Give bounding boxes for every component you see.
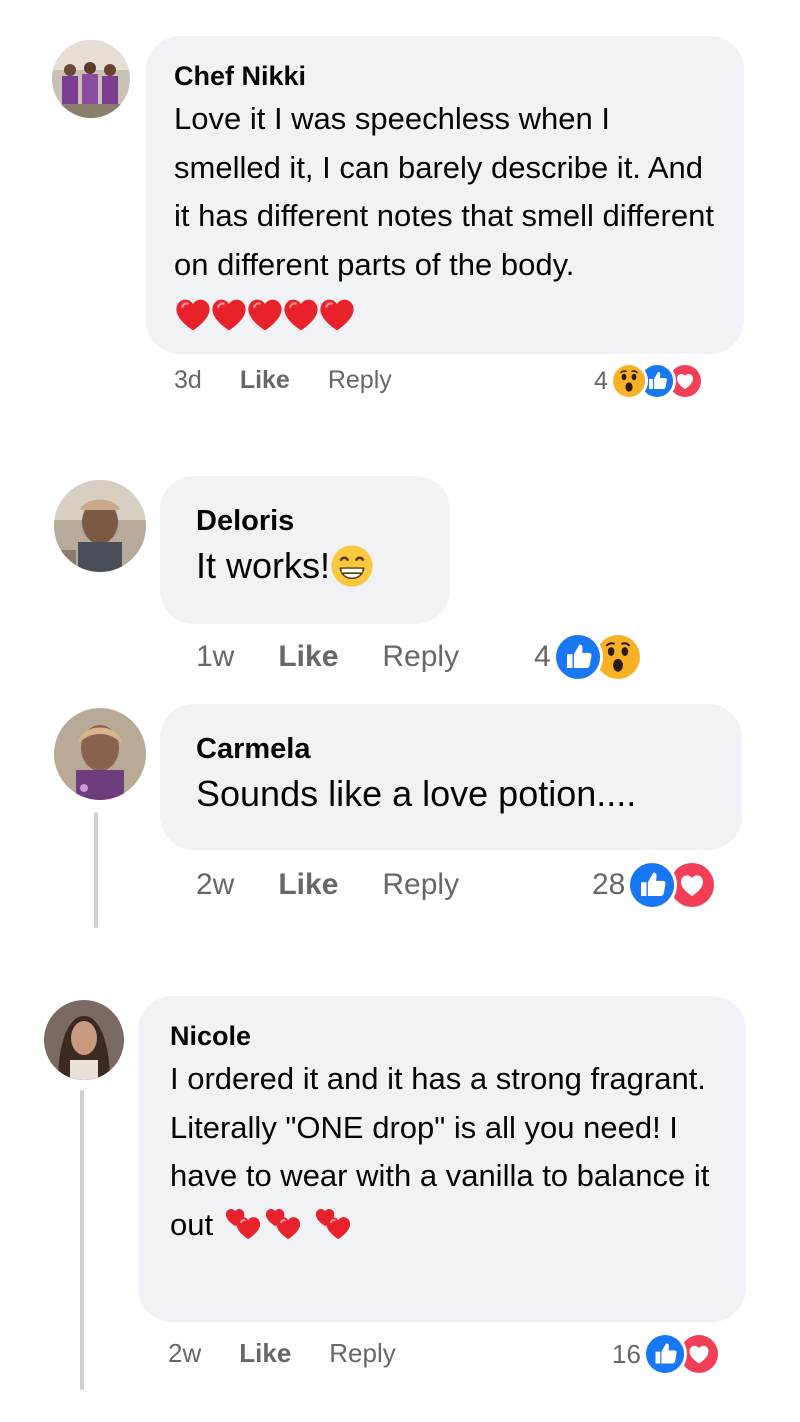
two-hearts-icon [262,1205,304,1247]
avatar[interactable] [54,708,146,800]
like-button[interactable]: Like [278,640,338,674]
reply-button[interactable]: Reply [328,366,392,395]
comment-text: Sounds like a love potion.... [196,773,637,814]
comment-author[interactable]: Chef Nikki [174,58,716,94]
reaction-count: 28 [592,868,626,901]
comment-text: Love it I was speechless when I smelled … [174,95,716,338]
wow-reaction-icon [609,362,648,400]
reply-button[interactable]: Reply [382,868,459,902]
comment-actions: 2w Like Reply [196,868,459,902]
red-heart-icon [246,296,284,334]
comment-bubble: Deloris It works! [160,476,450,624]
reaction-summary[interactable]: 4 [534,632,643,682]
comment-text: It works! [196,540,414,592]
comment-timestamp[interactable]: 1w [196,640,234,674]
like-button[interactable]: Like [239,1338,291,1369]
thread-line [94,812,98,928]
two-hearts-icon [312,1205,354,1247]
avatar[interactable] [54,480,146,572]
like-reaction-icon [627,860,678,910]
reaction-count: 4 [534,640,551,673]
red-heart-icon [174,296,212,334]
comment-actions: 3d Like Reply [174,366,392,395]
comment-actions: 2w Like Reply [168,1338,396,1369]
comment-timestamp[interactable]: 3d [174,366,202,395]
grinning-face-icon [330,544,374,588]
comment-bubble: Nicole I ordered it and it has a strong … [138,996,746,1322]
reaction-summary[interactable]: 16 [612,1332,721,1376]
red-heart-icon [318,296,356,334]
comment-bubble: Chef Nikki Love it I was speechless when… [146,36,744,354]
comment-author[interactable]: Nicole [170,1018,714,1054]
reaction-count: 4 [594,366,608,395]
like-reaction-icon [552,632,603,682]
like-button[interactable]: Like [240,366,290,395]
red-heart-icon-group [174,295,356,330]
comment-text: I ordered it and it has a strong fragran… [170,1055,714,1249]
like-reaction-icon [642,1332,687,1376]
reaction-count: 16 [612,1338,641,1369]
comment-author[interactable]: Deloris [196,502,414,540]
like-button[interactable]: Like [278,868,338,902]
comment-author[interactable]: Carmela [196,730,706,768]
comment-timestamp[interactable]: 2w [168,1338,201,1369]
reaction-summary[interactable]: 4 [594,362,704,400]
red-heart-icon [210,296,248,334]
avatar[interactable] [52,40,130,118]
red-heart-icon [282,296,320,334]
comment-body: Love it I was speechless when I smelled … [174,101,714,282]
comment-timestamp[interactable]: 2w [196,868,234,902]
two-hearts-icon [222,1205,264,1247]
comment-body: It works! [196,545,331,586]
comment-bubble: Carmela Sounds like a love potion.... [160,704,742,850]
reply-button[interactable]: Reply [329,1338,395,1369]
reply-button[interactable]: Reply [382,640,459,674]
comment-actions: 1w Like Reply [196,640,459,674]
avatar[interactable] [44,1000,124,1080]
thread-line [80,1090,84,1390]
reaction-summary[interactable]: 28 [592,860,718,910]
